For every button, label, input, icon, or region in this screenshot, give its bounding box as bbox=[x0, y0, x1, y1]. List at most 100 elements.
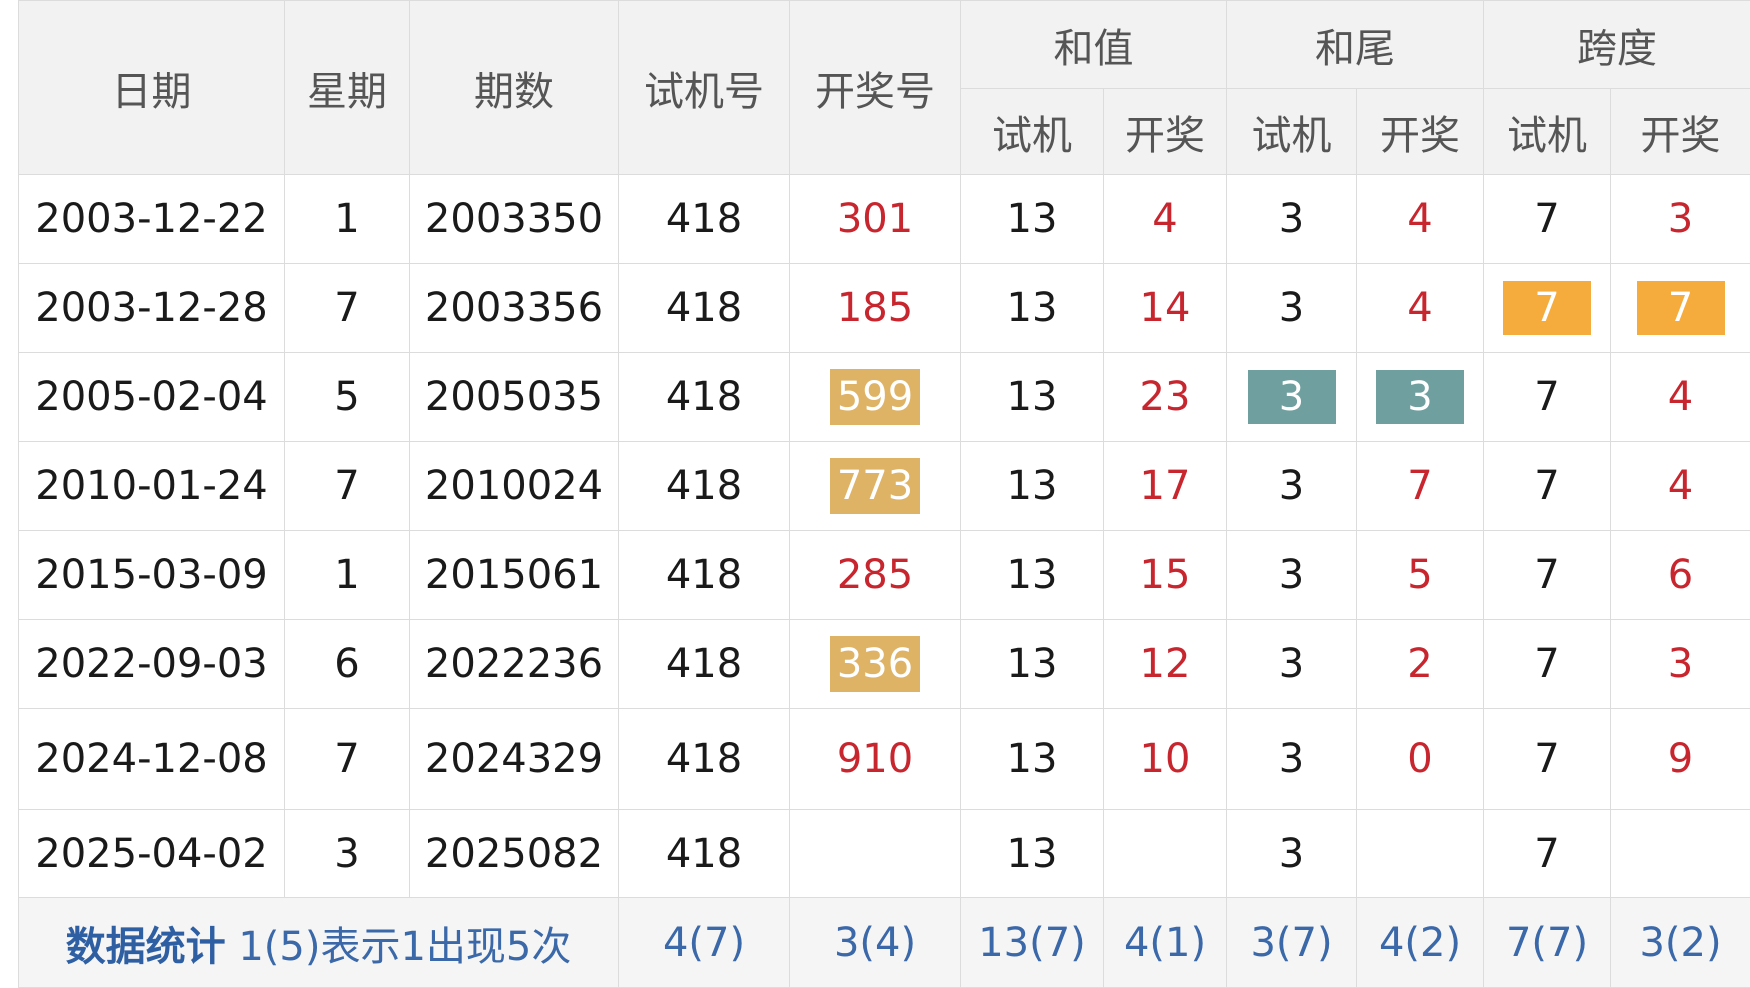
stats-draw: 3(4) bbox=[789, 897, 961, 988]
cell-span-draw: 3 bbox=[1610, 619, 1750, 709]
subheader-tail-trial: 试机 bbox=[1226, 88, 1357, 175]
stats-sum-trial: 13(7) bbox=[960, 897, 1104, 988]
cell-sum-draw: 23 bbox=[1103, 352, 1227, 442]
cell-date: 2015-03-09 bbox=[18, 530, 285, 620]
table-row: 2003-12-28 7 2003356 418 185 13 14 3 4 7… bbox=[18, 263, 1750, 353]
header-span: 跨度 bbox=[1483, 0, 1750, 89]
subheader-sum-trial: 试机 bbox=[960, 88, 1104, 175]
cell-weekday: 7 bbox=[284, 708, 410, 810]
stats-label-cell: 数据统计 1(5)表示1出现5次 bbox=[18, 897, 619, 988]
cell-sum-draw bbox=[1103, 809, 1227, 898]
cell-sum-draw: 17 bbox=[1103, 441, 1227, 531]
cell-trial: 418 bbox=[618, 619, 790, 709]
cell-trial: 418 bbox=[618, 441, 790, 531]
cell-tail-trial: 3 bbox=[1226, 174, 1357, 264]
lottery-history-table: 日期 星期 期数 试机号 开奖号 和值 和尾 跨度 试机 开奖 试机 开奖 试机… bbox=[18, 0, 1750, 988]
header-date: 日期 bbox=[18, 0, 285, 175]
cell-span-draw bbox=[1610, 809, 1750, 898]
cell-period: 2005035 bbox=[409, 352, 619, 442]
table-row: 2015-03-09 1 2015061 418 285 13 15 3 5 7… bbox=[18, 530, 1750, 620]
cell-tail-draw: 3 bbox=[1356, 352, 1484, 442]
cell-span-trial: 7 bbox=[1483, 441, 1611, 531]
header-draw-number: 开奖号 bbox=[789, 0, 961, 175]
header-trial-number: 试机号 bbox=[618, 0, 790, 175]
cell-span-draw: 6 bbox=[1610, 530, 1750, 620]
cell-tail-trial: 3 bbox=[1226, 619, 1357, 709]
cell-span-draw: 9 bbox=[1610, 708, 1750, 810]
cell-date: 2024-12-08 bbox=[18, 708, 285, 810]
cell-weekday: 1 bbox=[284, 530, 410, 620]
cell-date: 2022-09-03 bbox=[18, 619, 285, 709]
stats-tail-draw: 4(2) bbox=[1356, 897, 1484, 988]
cell-trial: 418 bbox=[618, 174, 790, 264]
cell-draw bbox=[789, 809, 961, 898]
table-row: 2022-09-03 6 2022236 418 336 13 12 3 2 7… bbox=[18, 619, 1750, 709]
subheader-sum-draw: 开奖 bbox=[1103, 88, 1227, 175]
cell-tail-trial: 3 bbox=[1226, 708, 1357, 810]
header-sum: 和值 bbox=[960, 0, 1227, 89]
cell-sum-draw: 10 bbox=[1103, 708, 1227, 810]
cell-trial: 418 bbox=[618, 809, 790, 898]
cell-trial: 418 bbox=[618, 352, 790, 442]
cell-span-draw: 4 bbox=[1610, 441, 1750, 531]
cell-trial: 418 bbox=[618, 708, 790, 810]
table-row: 2010-01-24 7 2010024 418 773 13 17 3 7 7… bbox=[18, 441, 1750, 531]
span-match-badge: 7 bbox=[1503, 281, 1591, 335]
tail-match-badge: 3 bbox=[1376, 370, 1464, 424]
cell-sum-trial: 13 bbox=[960, 441, 1104, 531]
cell-tail-draw bbox=[1356, 809, 1484, 898]
cell-tail-draw: 7 bbox=[1356, 441, 1484, 531]
cell-sum-trial: 13 bbox=[960, 809, 1104, 898]
cell-draw: 599 bbox=[789, 352, 961, 442]
cell-sum-draw: 4 bbox=[1103, 174, 1227, 264]
lottery-history-table-wrap: 日期 星期 期数 试机号 开奖号 和值 和尾 跨度 试机 开奖 试机 开奖 试机… bbox=[18, 0, 1750, 988]
cell-tail-trial: 3 bbox=[1226, 809, 1357, 898]
stats-note: 1(5)表示1出现5次 bbox=[238, 923, 572, 970]
cell-date: 2005-02-04 bbox=[18, 352, 285, 442]
table-row: 2003-12-22 1 2003350 418 301 13 4 3 4 7 … bbox=[18, 174, 1750, 264]
draw-highlight-badge: 773 bbox=[829, 458, 921, 514]
draw-highlight-badge: 599 bbox=[829, 369, 921, 425]
cell-tail-trial: 3 bbox=[1226, 263, 1357, 353]
cell-span-draw: 3 bbox=[1610, 174, 1750, 264]
subheader-span-trial: 试机 bbox=[1483, 88, 1611, 175]
cell-tail-draw: 4 bbox=[1356, 174, 1484, 264]
cell-tail-draw: 0 bbox=[1356, 708, 1484, 810]
cell-sum-trial: 13 bbox=[960, 352, 1104, 442]
cell-tail-draw: 2 bbox=[1356, 619, 1484, 709]
cell-draw: 185 bbox=[789, 263, 961, 353]
cell-tail-trial: 3 bbox=[1226, 530, 1357, 620]
cell-span-trial: 7 bbox=[1483, 174, 1611, 264]
cell-span-draw: 7 bbox=[1610, 263, 1750, 353]
cell-period: 2010024 bbox=[409, 441, 619, 531]
cell-span-draw: 4 bbox=[1610, 352, 1750, 442]
stats-trial: 4(7) bbox=[618, 897, 790, 988]
cell-weekday: 6 bbox=[284, 619, 410, 709]
stats-tail-trial: 3(7) bbox=[1226, 897, 1357, 988]
cell-sum-trial: 13 bbox=[960, 619, 1104, 709]
cell-span-trial: 7 bbox=[1483, 809, 1611, 898]
cell-period: 2003356 bbox=[409, 263, 619, 353]
stats-span-draw: 3(2) bbox=[1610, 897, 1750, 988]
cell-date: 2010-01-24 bbox=[18, 441, 285, 531]
cell-sum-draw: 14 bbox=[1103, 263, 1227, 353]
cell-tail-trial: 3 bbox=[1226, 352, 1357, 442]
cell-sum-trial: 13 bbox=[960, 530, 1104, 620]
cell-span-trial: 7 bbox=[1483, 352, 1611, 442]
subheader-span-draw: 开奖 bbox=[1610, 88, 1750, 175]
tail-match-badge: 3 bbox=[1247, 370, 1336, 424]
cell-span-trial: 7 bbox=[1483, 263, 1611, 353]
cell-weekday: 7 bbox=[284, 263, 410, 353]
header-period: 期数 bbox=[409, 0, 619, 175]
cell-draw: 910 bbox=[789, 708, 961, 810]
cell-date: 2003-12-28 bbox=[18, 263, 285, 353]
cell-sum-draw: 15 bbox=[1103, 530, 1227, 620]
draw-highlight-badge: 336 bbox=[829, 636, 921, 692]
subheader-tail-draw: 开奖 bbox=[1356, 88, 1484, 175]
stats-sum-draw: 4(1) bbox=[1103, 897, 1227, 988]
cell-span-trial: 7 bbox=[1483, 530, 1611, 620]
table-row: 2005-02-04 5 2005035 418 599 13 23 3 3 7… bbox=[18, 352, 1750, 442]
cell-trial: 418 bbox=[618, 263, 790, 353]
cell-weekday: 5 bbox=[284, 352, 410, 442]
cell-span-trial: 7 bbox=[1483, 619, 1611, 709]
